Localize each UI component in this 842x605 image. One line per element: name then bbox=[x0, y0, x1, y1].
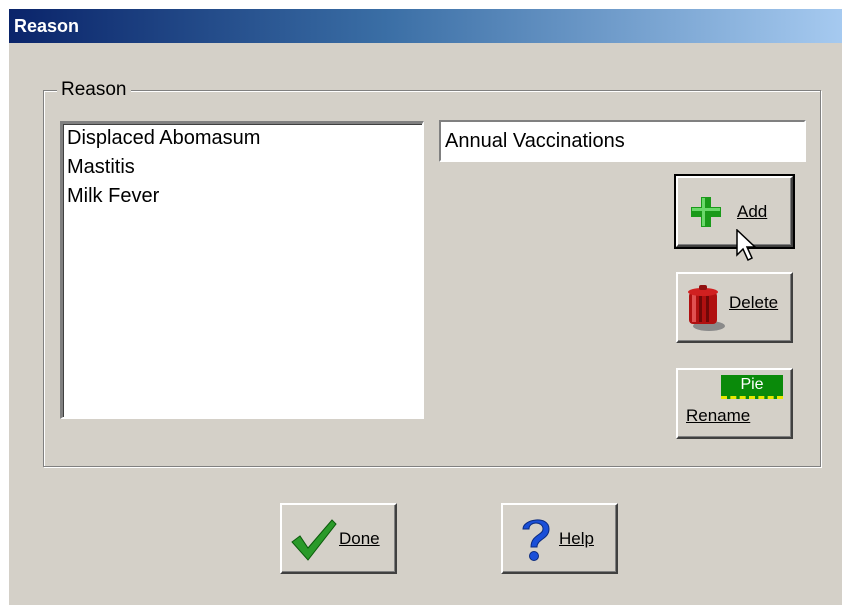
reason-input[interactable] bbox=[439, 120, 806, 162]
help-button[interactable]: Help bbox=[501, 503, 618, 574]
help-button-label: Help bbox=[559, 529, 594, 548]
title-bar[interactable]: Reason bbox=[9, 9, 842, 43]
group-label: Reason bbox=[57, 78, 131, 102]
delete-button-label: Delete bbox=[729, 293, 779, 312]
rename-label-icon: Pie bbox=[721, 375, 783, 399]
add-button[interactable]: Add bbox=[674, 174, 795, 249]
done-button-label: Done bbox=[339, 529, 380, 548]
list-item[interactable]: Milk Fever bbox=[63, 182, 422, 211]
mouse-pointer-icon bbox=[736, 229, 757, 262]
reason-dialog: Reason Reason Displaced Abomasum Mastiti… bbox=[8, 8, 842, 605]
checkmark-icon bbox=[291, 519, 337, 561]
reason-listbox[interactable]: Displaced Abomasum Mastitis Milk Fever bbox=[60, 121, 424, 419]
plus-icon bbox=[691, 197, 721, 227]
list-item[interactable]: Mastitis bbox=[63, 153, 422, 182]
delete-button[interactable]: Delete bbox=[676, 272, 793, 343]
rename-button-label: Rename bbox=[686, 406, 751, 425]
question-mark-icon bbox=[522, 519, 550, 561]
trash-can-icon bbox=[688, 285, 725, 331]
window-title: Reason bbox=[14, 16, 80, 36]
list-item[interactable]: Displaced Abomasum bbox=[63, 124, 422, 153]
rename-icon-text: Pie bbox=[740, 376, 764, 393]
add-button-label: Add bbox=[737, 202, 768, 221]
rename-button[interactable]: Pie Rename bbox=[676, 368, 793, 439]
done-button[interactable]: Done bbox=[280, 503, 397, 574]
